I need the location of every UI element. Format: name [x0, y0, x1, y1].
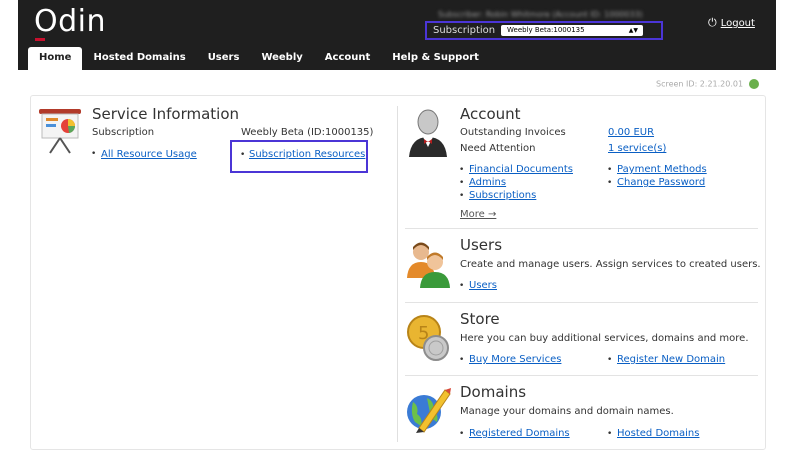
- subscriptions-link[interactable]: Subscriptions: [469, 190, 536, 201]
- service-subscription-label: Subscription: [92, 127, 155, 138]
- coins-icon: 5: [407, 315, 449, 361]
- odin-logo: Odin: [34, 4, 107, 39]
- service-subscription-value: Weebly Beta (ID:1000135): [241, 127, 374, 138]
- all-resource-usage-link[interactable]: All Resource Usage: [101, 149, 197, 160]
- account-title: Account: [460, 105, 521, 123]
- logo-accent: [35, 38, 45, 41]
- bullet: •: [459, 281, 465, 291]
- registered-domains-link[interactable]: Registered Domains: [469, 428, 570, 439]
- store-description: Here you can buy additional services, do…: [460, 333, 749, 344]
- users-title: Users: [460, 236, 503, 254]
- financial-documents-link[interactable]: Financial Documents: [469, 164, 573, 175]
- select-arrow-icon: ▲▼: [628, 27, 638, 34]
- column-divider: [397, 106, 398, 442]
- tab-help-support[interactable]: Help & Support: [381, 47, 490, 70]
- bullet: •: [240, 150, 246, 160]
- subscription-label: Subscription: [433, 25, 496, 36]
- register-new-domain-link[interactable]: Register New Domain: [617, 354, 725, 365]
- bullet: •: [459, 429, 465, 439]
- logout-button[interactable]: ⏻ Logout: [708, 16, 755, 30]
- users-link[interactable]: Users: [469, 280, 497, 291]
- logout-label: Logout: [720, 18, 755, 29]
- need-attention-label: Need Attention: [460, 143, 536, 154]
- screen-id: Screen ID: 2.21.20.01: [656, 79, 760, 89]
- power-icon: ⏻: [708, 16, 717, 29]
- main-nav: Home Hosted Domains Users Weebly Account…: [28, 47, 490, 70]
- buy-more-services-link[interactable]: Buy More Services: [469, 354, 561, 365]
- bullet: •: [607, 429, 613, 439]
- section-separator: [405, 375, 758, 376]
- tab-hosted-domains[interactable]: Hosted Domains: [82, 47, 196, 70]
- bullet: •: [607, 165, 613, 175]
- bullet: •: [607, 178, 613, 188]
- subscription-resources-link[interactable]: Subscription Resources: [249, 149, 365, 160]
- need-attention-link[interactable]: 1 service(s): [608, 143, 666, 154]
- admins-link[interactable]: Admins: [469, 177, 506, 188]
- presentation-board-icon: [39, 109, 81, 154]
- bullet: •: [607, 355, 613, 365]
- account-person-icon: [409, 109, 447, 157]
- section-separator: [405, 302, 758, 303]
- outstanding-invoices-link[interactable]: 0.00 EUR: [608, 127, 654, 138]
- refresh-icon[interactable]: [749, 79, 760, 89]
- section-separator: [405, 228, 758, 229]
- user-account-info: Subscriber: Robin Whitmore (Account ID: …: [438, 10, 643, 19]
- subscription-selector: Subscription Weebly Beta:1000135 ▲▼: [425, 21, 663, 40]
- bullet: •: [459, 191, 465, 201]
- change-password-link[interactable]: Change Password: [617, 177, 705, 188]
- payment-methods-link[interactable]: Payment Methods: [617, 164, 707, 175]
- tab-users[interactable]: Users: [197, 47, 251, 70]
- outstanding-invoices-label: Outstanding Invoices: [460, 127, 566, 138]
- globe-pencil-icon: [407, 388, 451, 433]
- tab-home[interactable]: Home: [28, 47, 83, 70]
- bullet: •: [459, 355, 465, 365]
- bullet: •: [459, 178, 465, 188]
- subscription-select-value: Weebly Beta:1000135: [507, 26, 585, 34]
- users-group-icon: [407, 242, 450, 288]
- top-header: Odin Subscriber: Robin Whitmore (Account…: [18, 0, 776, 70]
- tab-account[interactable]: Account: [314, 47, 381, 70]
- screen-id-text: Screen ID: 2.21.20.01: [656, 79, 744, 89]
- domains-title: Domains: [460, 383, 527, 401]
- hosted-domains-link[interactable]: Hosted Domains: [617, 428, 699, 439]
- store-title: Store: [460, 310, 500, 328]
- service-info-title: Service Information: [92, 105, 240, 123]
- subscription-select[interactable]: Weebly Beta:1000135 ▲▼: [501, 25, 643, 36]
- users-description: Create and manage users. Assign services…: [460, 259, 761, 270]
- domains-description: Manage your domains and domain names.: [460, 406, 674, 417]
- account-more-link[interactable]: More →: [460, 209, 496, 220]
- bullet: •: [91, 149, 97, 159]
- bullet: •: [459, 165, 465, 175]
- tab-weebly[interactable]: Weebly: [250, 47, 313, 70]
